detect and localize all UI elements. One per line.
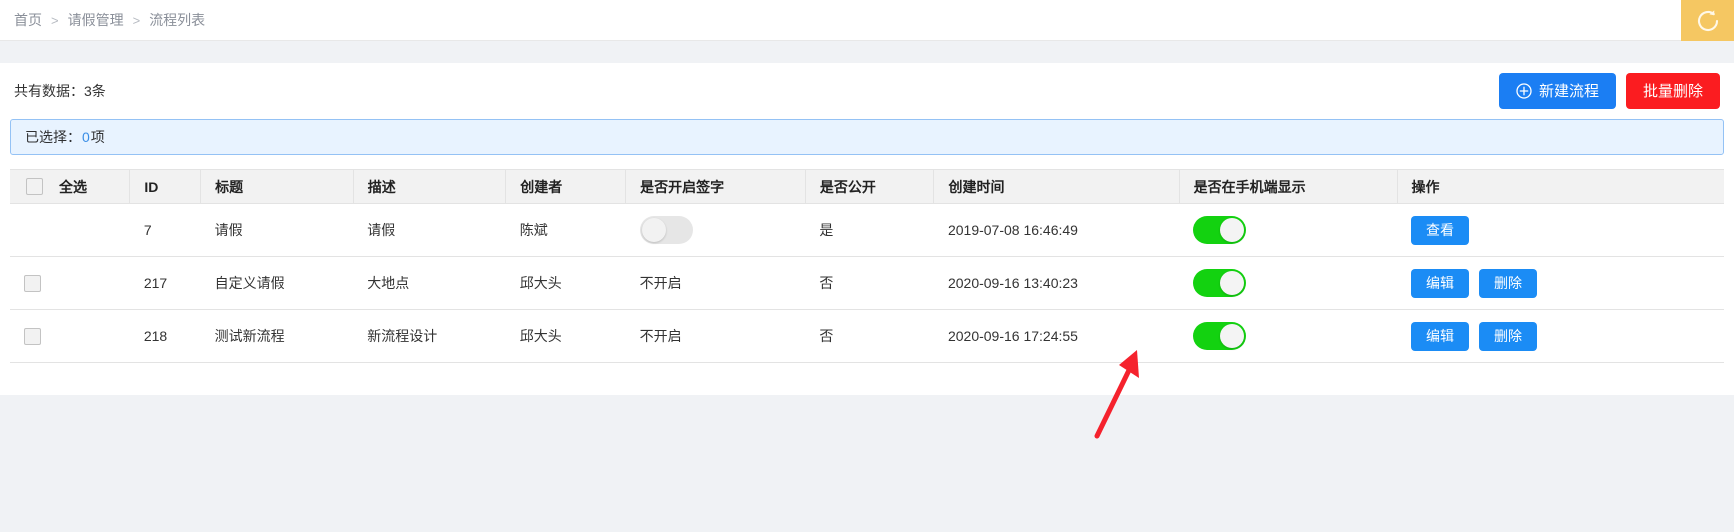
- breadcrumb-separator: >: [51, 12, 59, 28]
- select-all-checkbox[interactable]: [26, 178, 43, 195]
- column-mobile-display: 是否在手机端显示: [1179, 169, 1398, 204]
- row-title: 测试新流程: [200, 309, 354, 363]
- row-signature-enabled: [625, 203, 806, 257]
- row-actions: 编辑 删除: [1397, 309, 1724, 363]
- toolbar-actions: 新建流程 批量删除: [1498, 73, 1720, 109]
- table-row: 7 请假 请假 陈斌 是 2019-07-08 16:46:49 查看: [10, 203, 1724, 257]
- breadcrumb: 首页 > 请假管理 > 流程列表: [0, 13, 205, 27]
- row-id: 7: [129, 203, 201, 257]
- new-process-button[interactable]: 新建流程: [1498, 73, 1616, 109]
- row-public: 否: [805, 309, 934, 363]
- refresh-circle-icon: [1697, 9, 1718, 31]
- mobile-display-toggle[interactable]: [1193, 322, 1247, 350]
- row-id: 217: [129, 256, 201, 310]
- batch-delete-button-label: 批量删除: [1642, 82, 1703, 100]
- batch-delete-button[interactable]: 批量删除: [1625, 73, 1720, 109]
- toolbar: 共有数据：3条 新建流程 批量删除: [0, 63, 1734, 119]
- table-container: 全选 ID 标题 描述 创建者 是否开启签字 是否公开 创建时间 是否在手机端显…: [0, 169, 1734, 363]
- delete-button[interactable]: 删除: [1479, 321, 1538, 351]
- table-body: 7 请假 请假 陈斌 是 2019-07-08 16:46:49 查看 217 …: [10, 203, 1724, 363]
- row-title: 自定义请假: [200, 256, 354, 310]
- row-creator: 邱大头: [505, 309, 626, 363]
- view-button[interactable]: 查看: [1411, 215, 1470, 245]
- toggle-knob: [1220, 271, 1245, 295]
- row-select-cell: [10, 309, 130, 363]
- selection-unit: 项: [90, 129, 105, 145]
- plus-circle-icon: [1516, 83, 1532, 99]
- toggle-knob: [1220, 218, 1245, 242]
- row-checkbox[interactable]: [24, 327, 41, 345]
- new-process-button-label: 新建流程: [1538, 82, 1599, 100]
- toggle-knob: [1220, 324, 1245, 348]
- selection-banner: 已选择： 0 项: [10, 119, 1724, 155]
- total-count-label: 共有数据：3条: [14, 83, 106, 99]
- column-public: 是否公开: [805, 169, 935, 204]
- delete-button[interactable]: 删除: [1479, 268, 1538, 298]
- toggle-knob: [641, 218, 666, 242]
- column-select-all: 全选: [10, 169, 131, 204]
- mobile-display-toggle[interactable]: [1193, 216, 1247, 244]
- column-actions: 操作: [1397, 169, 1724, 204]
- mobile-display-toggle[interactable]: [1193, 269, 1247, 297]
- row-signature-enabled: 不开启: [625, 309, 806, 363]
- row-actions: 编辑 删除: [1397, 256, 1724, 310]
- process-table: 全选 ID 标题 描述 创建者 是否开启签字 是否公开 创建时间 是否在手机端显…: [10, 169, 1724, 363]
- row-checkbox[interactable]: [24, 274, 41, 292]
- row-public: 是: [805, 203, 934, 257]
- top-bar: 首页 > 请假管理 > 流程列表: [0, 0, 1734, 41]
- section-gap: [0, 41, 1734, 63]
- row-id: 218: [129, 309, 201, 363]
- row-created-at: 2020-09-16 17:24:55: [933, 309, 1180, 363]
- main-content: 共有数据：3条 新建流程 批量删除 已选择： 0 项 全选 ID 标题 描述 创…: [0, 63, 1734, 363]
- row-public: 否: [805, 256, 934, 310]
- row-description: 大地点: [353, 256, 506, 310]
- row-description: 请假: [353, 203, 506, 257]
- row-mobile-display: [1179, 309, 1398, 363]
- selection-label: 已选择：: [25, 129, 81, 145]
- edit-button[interactable]: 编辑: [1411, 268, 1470, 298]
- breadcrumb-separator: >: [132, 12, 141, 28]
- row-creator: 邱大头: [505, 256, 626, 310]
- table-header-row: 全选 ID 标题 描述 创建者 是否开启签字 是否公开 创建时间 是否在手机端显…: [10, 169, 1724, 204]
- row-title: 请假: [200, 203, 354, 257]
- row-actions: 查看: [1397, 203, 1724, 257]
- page-background-footer: [0, 395, 1734, 532]
- column-created-at: 创建时间: [933, 169, 1180, 204]
- selection-count: 0: [82, 129, 90, 145]
- row-signature-enabled: 不开启: [625, 256, 806, 310]
- column-signature-enabled: 是否开启签字: [625, 169, 806, 204]
- row-select-cell: [10, 203, 130, 257]
- breadcrumb-item-leave-management[interactable]: 请假管理: [68, 13, 124, 27]
- column-header-label: 全选: [59, 178, 87, 195]
- row-creator: 陈斌: [505, 203, 626, 257]
- breadcrumb-item-home[interactable]: 首页: [14, 13, 42, 27]
- column-title: 标题: [200, 169, 354, 204]
- app-page: 首页 > 请假管理 > 流程列表 共有数据：3条 新建流程 批量删除 已选择： …: [0, 0, 1734, 532]
- table-row: 218 测试新流程 新流程设计 邱大头 不开启 否 2020-09-16 17:…: [10, 309, 1724, 363]
- row-created-at: 2019-07-08 16:46:49: [933, 203, 1180, 257]
- row-mobile-display: [1179, 256, 1398, 310]
- row-select-cell: [10, 256, 130, 310]
- user-avatar-button[interactable]: [1681, 0, 1734, 41]
- signature-toggle[interactable]: [639, 216, 693, 244]
- table-row: 217 自定义请假 大地点 邱大头 不开启 否 2020-09-16 13:40…: [10, 256, 1724, 310]
- column-id: ID: [129, 169, 202, 204]
- row-mobile-display: [1179, 203, 1398, 257]
- edit-button[interactable]: 编辑: [1411, 321, 1470, 351]
- column-description: 描述: [353, 169, 507, 204]
- row-description: 新流程设计: [353, 309, 506, 363]
- row-created-at: 2020-09-16 13:40:23: [933, 256, 1180, 310]
- breadcrumb-item-process-list: 流程列表: [149, 12, 206, 28]
- table-header: 全选 ID 标题 描述 创建者 是否开启签字 是否公开 创建时间 是否在手机端显…: [10, 169, 1724, 204]
- column-creator: 创建者: [505, 169, 627, 204]
